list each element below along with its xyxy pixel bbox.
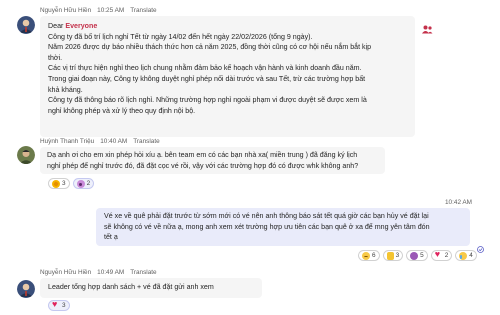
reaction-count: 5 (420, 252, 424, 259)
reaction-heart[interactable]: 3 (48, 299, 70, 311)
heart-icon (52, 299, 60, 310)
reaction-count: 4 (469, 252, 473, 259)
reaction-count: 2 (86, 180, 91, 187)
message-line: nghỉ phép để nghỉ trước đó, đã đặt cọc v… (47, 161, 359, 170)
mention-everyone[interactable]: Everyone (65, 22, 97, 30)
reaction-heart[interactable]: 2 (430, 249, 453, 261)
message-line: Năm 2026 được dự báo nhiều thách thức hơ… (48, 43, 372, 52)
message-2-bubble: Dạ anh ơi cho em xin phép hỏi xíu ạ. bên… (40, 147, 385, 174)
translate-link[interactable]: Translate (133, 138, 159, 145)
thumbs-up-icon (386, 251, 394, 260)
message-line: Dạ anh ơi cho em xin phép hỏi xíu ạ. bên… (47, 151, 358, 159)
message-line: Các vị trí thực hiện nghỉ theo lịch chun… (48, 64, 362, 73)
message-time: 10:40 AM (100, 138, 128, 145)
crying-icon (459, 251, 468, 260)
message-time: 10:49 AM (97, 269, 125, 276)
message-1-meta: Nguyễn Hữu Hiền 10:25 AM Translate (40, 7, 157, 14)
message-4-reactions: 3 (48, 299, 70, 311)
surprised-icon (76, 179, 85, 188)
message-time: 10:25 AM (97, 7, 125, 14)
avatar-nguyen-huu-hien[interactable] (17, 16, 35, 34)
message-line: khả kháng. (48, 85, 83, 94)
reaction-sad[interactable]: 6 (358, 250, 380, 261)
message-line: tết ạ (104, 233, 118, 242)
reaction-count: 2 (444, 252, 449, 259)
sad-icon (362, 251, 370, 260)
avatar-huynh-thanh-trieu[interactable] (17, 146, 35, 164)
reaction-crying[interactable]: 4 (455, 250, 477, 261)
message-1-bubble: Dear Everyone Công ty đã bố trí lịch ngh… (40, 16, 415, 137)
message-4-meta: Nguyễn Hữu Hiền 10:49 AM Translate (40, 269, 157, 276)
sender-name: Nguyễn Hữu Hiền (40, 7, 92, 14)
sender-name: Huỳnh Thanh Triệu (40, 138, 95, 145)
greeting-line: Dear Everyone (48, 21, 407, 32)
reaction-count: 3 (62, 180, 66, 187)
message-3-reactions: 6 3 5 2 4 (358, 249, 477, 261)
reaction-count: 3 (62, 302, 66, 309)
clap-icon (52, 179, 60, 188)
translate-link[interactable]: Translate (130, 7, 156, 14)
message-line: Vé xe về quê phải đặt trước từ sớm mới c… (104, 212, 429, 220)
message-line: Công ty đã bố trí lịch nghỉ Tết từ ngày … (48, 32, 313, 41)
message-2-reactions: 3 2 (48, 178, 95, 189)
message-4-bubble: Leader tổng hợp danh sách + vé đã đặt gử… (40, 278, 262, 298)
message-2-meta: Huỳnh Thanh Triệu 10:40 AM Translate (40, 138, 160, 145)
reaction-surprised[interactable]: 2 (72, 178, 95, 189)
reaction-thumbs-up[interactable]: 3 (382, 250, 404, 261)
avatar-nguyen-huu-hien[interactable] (17, 280, 35, 298)
reaction-count: 6 (372, 252, 376, 259)
reaction-count: 3 (395, 252, 400, 259)
message-line: nghỉ không phép và xử lý theo quy định n… (48, 106, 196, 115)
greeting-prefix: Dear (48, 22, 66, 30)
reaction-clap[interactable]: 3 (48, 178, 70, 189)
group-mention-icon (422, 21, 433, 39)
message-line: sẽ không có vé về nữa ạ, mong anh xem xé… (104, 222, 430, 231)
message-3-time: 10:42 AM (445, 199, 473, 206)
seen-icon (477, 240, 484, 258)
message-line: Công ty đã thông báo rõ lịch nghỉ. Những… (48, 96, 367, 105)
message-line: thời. (48, 53, 63, 62)
translate-link[interactable]: Translate (130, 269, 156, 276)
reaction-surprised[interactable]: 5 (406, 250, 428, 261)
heart-icon (435, 249, 443, 260)
sender-name: Nguyễn Hữu Hiền (40, 269, 92, 276)
message-3-bubble: Vé xe về quê phải đặt trước từ sớm mới c… (96, 208, 470, 246)
message-line: Trong giai đoạn này, Công ty không duyệt… (48, 74, 366, 83)
message-line: Leader tổng hợp danh sách + vé đã đặt gử… (48, 283, 214, 291)
surprised-icon (410, 251, 419, 260)
